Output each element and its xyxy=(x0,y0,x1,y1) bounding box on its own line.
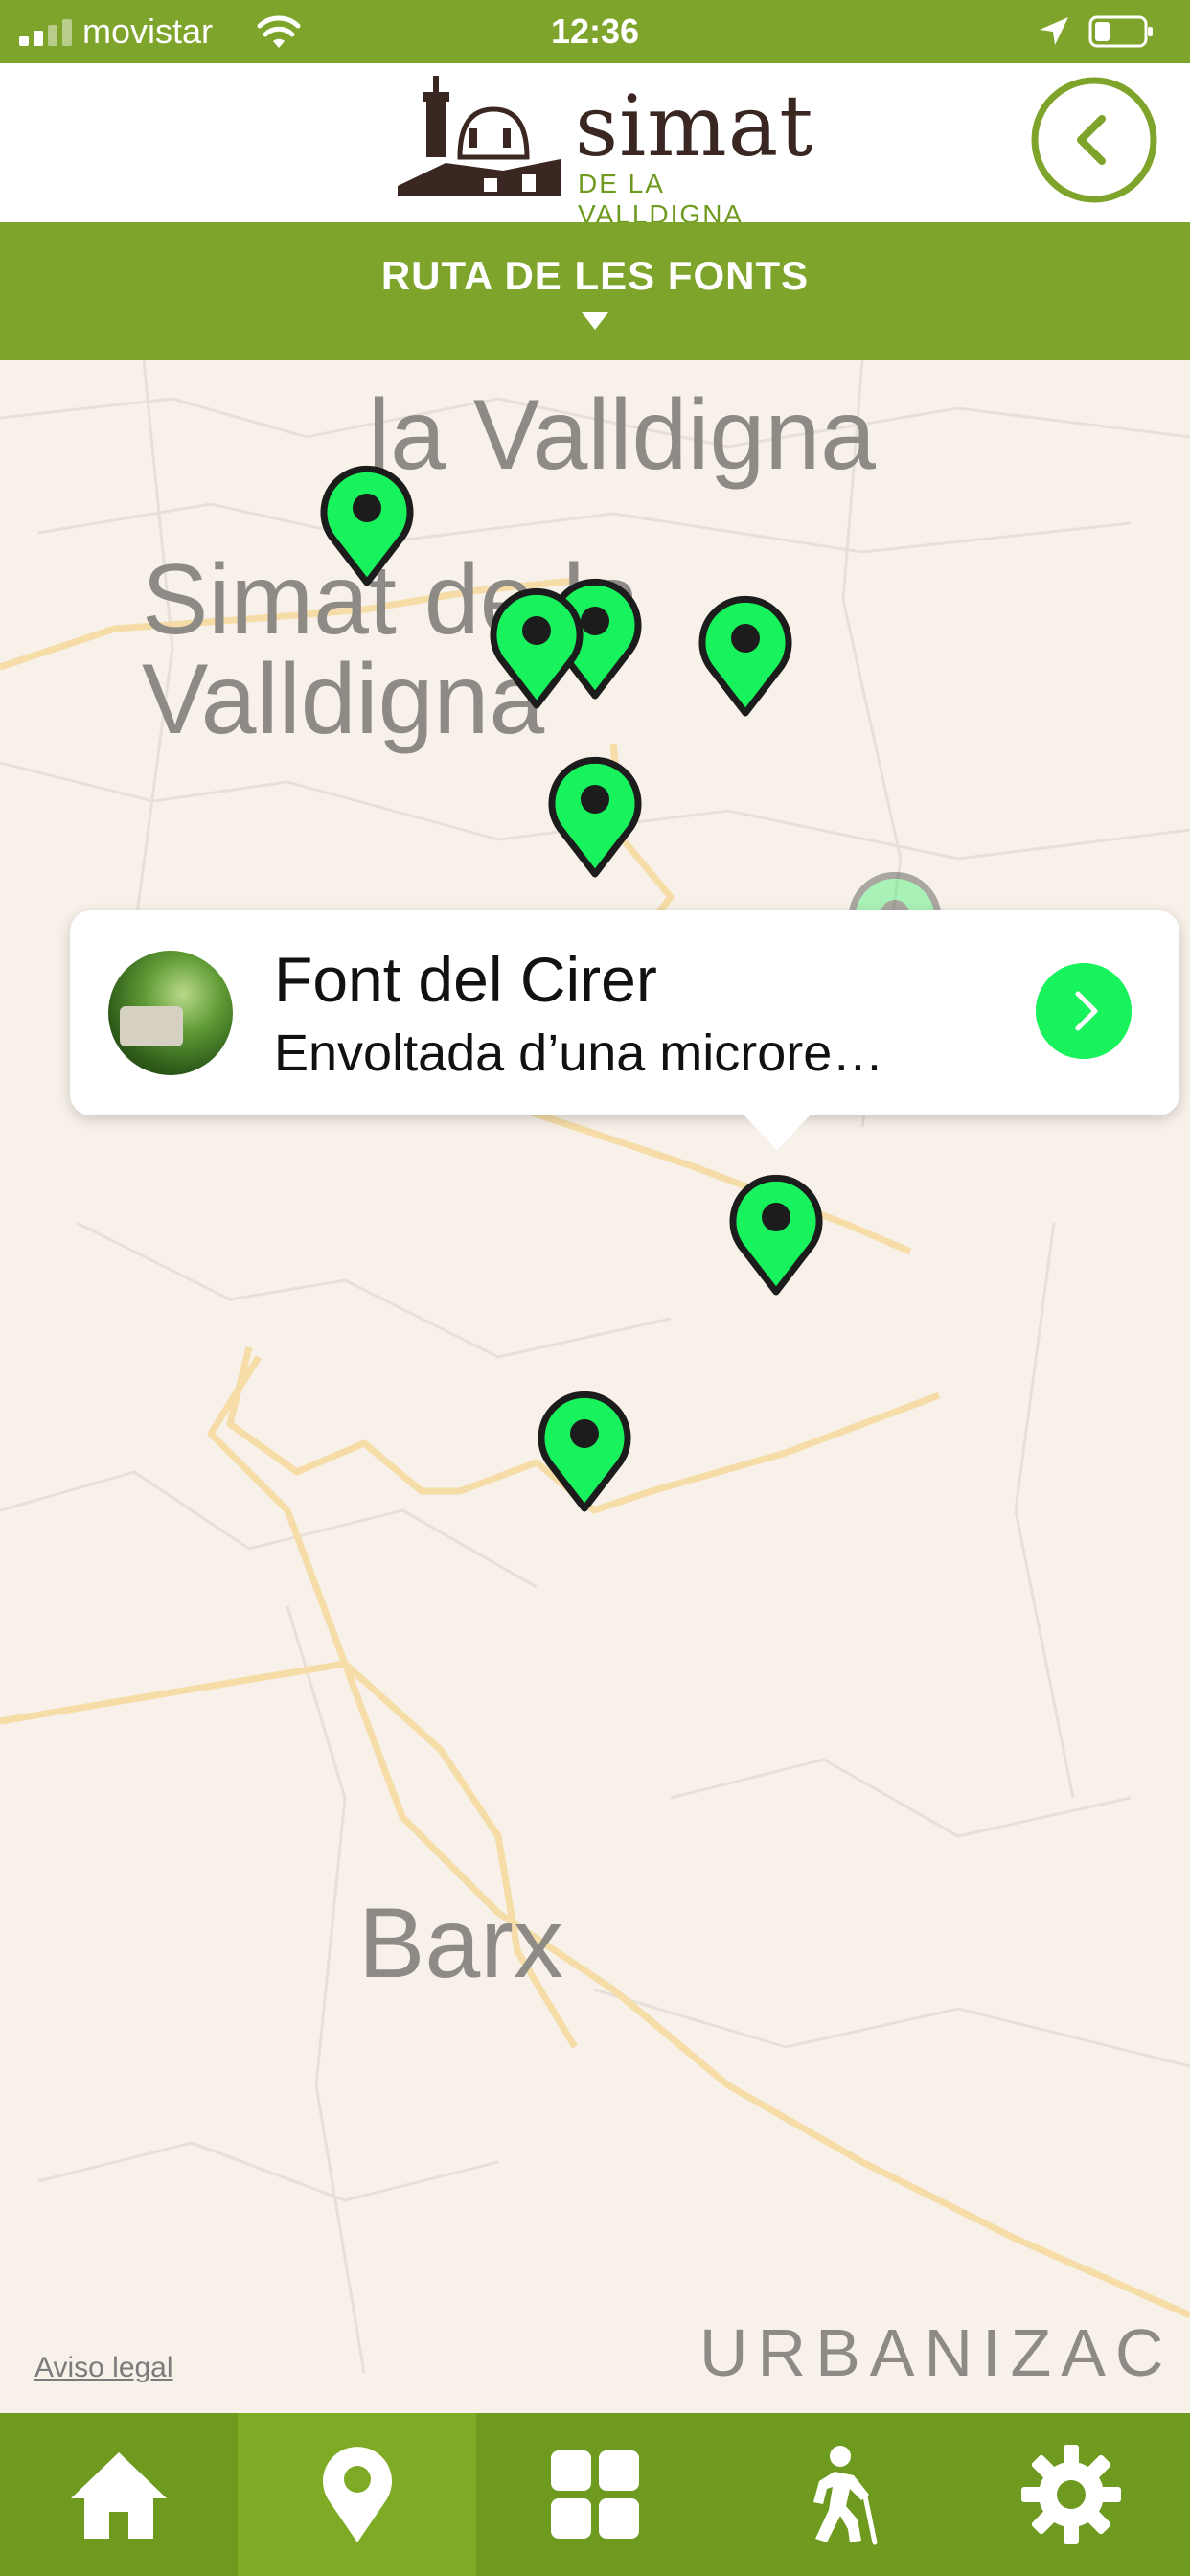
route-title: RUTA DE LES FONTS xyxy=(380,253,810,298)
app-header: simat DE LA VALLDIGNA xyxy=(0,63,1190,229)
map-label-urbanization: URBANIZAC xyxy=(699,2315,1174,2390)
map-pin-icon xyxy=(322,2447,392,2542)
poi-thumbnail xyxy=(108,951,233,1075)
poi-detail-button[interactable] xyxy=(1036,963,1132,1059)
status-bar: movistar 12:36 xyxy=(0,0,1190,63)
map-pin[interactable] xyxy=(695,594,796,719)
hiker-icon xyxy=(813,2446,878,2545)
location-arrow-icon xyxy=(1040,17,1068,45)
tab-hiking[interactable] xyxy=(714,2413,951,2576)
logo-tagline: DE LA VALLDIGNA xyxy=(578,169,744,229)
map-pin[interactable] xyxy=(544,755,646,880)
route-selector[interactable]: RUTA DE LES FONTS xyxy=(0,222,1190,360)
map-label-barx: Barx xyxy=(358,1888,563,1999)
map-pin[interactable] xyxy=(534,1390,635,1514)
map-pin[interactable] xyxy=(486,586,587,711)
status-time: 12:36 xyxy=(550,12,640,51)
castle-illustration xyxy=(398,76,561,196)
map-pin[interactable] xyxy=(316,464,418,588)
legal-link[interactable]: Aviso legal xyxy=(34,2352,173,2384)
tab-grid[interactable] xyxy=(476,2413,714,2576)
grid-icon xyxy=(551,2450,640,2539)
back-button[interactable] xyxy=(1027,73,1161,207)
poi-callout[interactable]: Font del Cirer Envoltada d’una microre… xyxy=(70,910,1179,1150)
poi-description: Envoltada d’una microre… xyxy=(274,1024,884,1082)
gear-icon xyxy=(1020,2445,1121,2544)
tab-home[interactable] xyxy=(0,2413,238,2576)
logo-wordmark: simat xyxy=(575,77,814,175)
map-label-valldigna: la Valldigna xyxy=(368,380,877,491)
map-view[interactable]: la Valldigna Simat de la Valldigna Barx … xyxy=(0,360,1190,2413)
poi-title: Font del Cirer xyxy=(274,944,657,1015)
battery-icon xyxy=(1088,15,1153,48)
tab-settings[interactable] xyxy=(952,2413,1190,2576)
map-pin[interactable] xyxy=(725,1173,827,1298)
caret-down-icon xyxy=(582,312,608,330)
tab-bar xyxy=(0,2413,1190,2576)
tab-map[interactable] xyxy=(238,2413,476,2576)
home-icon xyxy=(71,2452,168,2539)
logo: simat DE LA VALLDIGNA xyxy=(388,71,813,229)
